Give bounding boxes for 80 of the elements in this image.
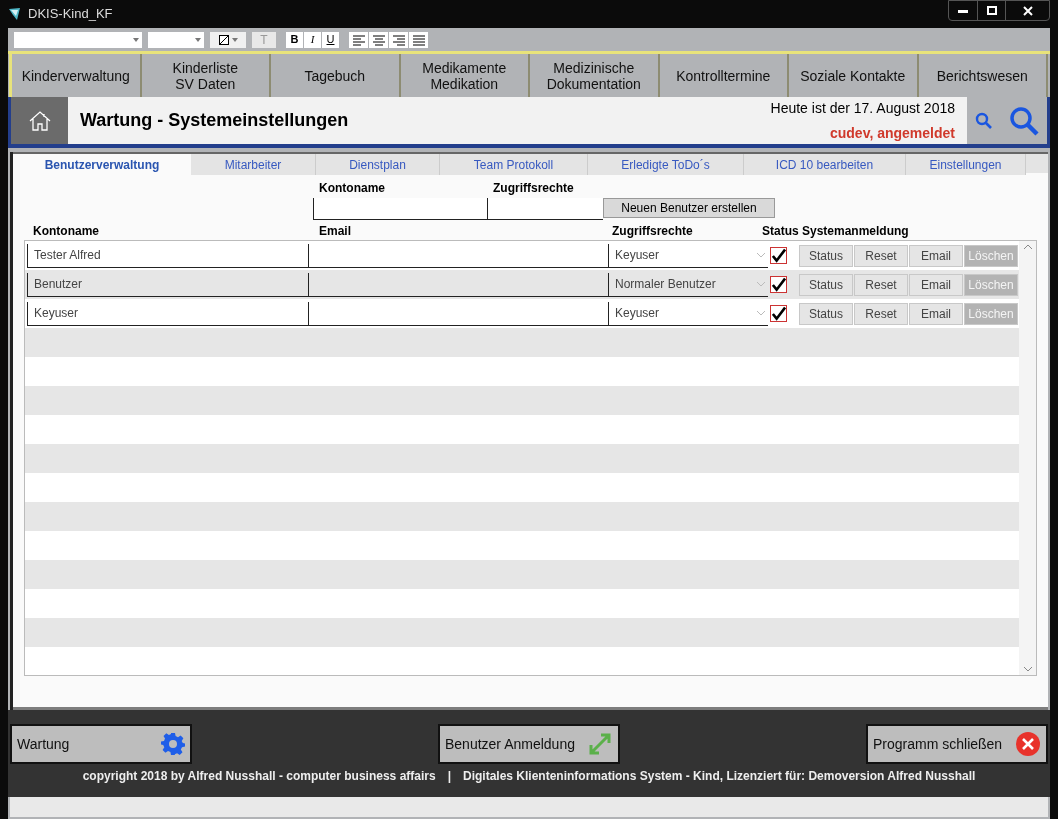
access-rights-dropdown[interactable]: Keyuser (608, 301, 768, 326)
row-action-button[interactable]: Reset (854, 273, 908, 296)
align-center-button[interactable] (369, 31, 388, 48)
column-header: Email (319, 223, 351, 240)
footer-button[interactable]: Programm schließen (866, 724, 1048, 764)
row-action-button[interactable]: Email (909, 273, 963, 296)
account-name-field[interactable] (313, 198, 487, 220)
caret-icon (757, 310, 765, 316)
field-label: Zugriffsrechte (492, 180, 575, 197)
align-icon (370, 32, 387, 47)
scroll-up-icon[interactable] (1023, 244, 1032, 249)
align-icon (410, 32, 427, 47)
home-button[interactable] (8, 97, 68, 144)
caret-icon (757, 252, 765, 258)
color-dropdown[interactable] (210, 31, 246, 48)
access-rights-dropdown[interactable]: Normaler Benutzer (608, 272, 768, 297)
color-swatch-icon (218, 34, 229, 45)
window-title: DKIS-Kind_KF (28, 5, 113, 24)
create-user-button[interactable]: Neuen Benutzer erstellen (603, 198, 775, 218)
separator-text: | (447, 768, 451, 785)
underline-button[interactable]: U (322, 31, 339, 48)
date-text: Heute ist der 17. August 2018 (770, 98, 955, 118)
email-cell[interactable] (308, 301, 608, 326)
search-icon[interactable] (1009, 105, 1039, 136)
row-action-button[interactable]: Reset (854, 244, 908, 267)
align-icon (390, 32, 407, 47)
caret-icon (757, 281, 765, 287)
access-rights-field[interactable] (487, 198, 603, 220)
field-label: Kontoname (318, 180, 386, 197)
app-logo-icon (8, 7, 22, 21)
search-icon[interactable] (975, 111, 993, 130)
email-cell[interactable] (308, 243, 608, 268)
scrollbar[interactable] (1019, 241, 1036, 675)
close-icon (1022, 5, 1033, 16)
footer-button[interactable]: Benutzer Anmeldung (438, 724, 620, 764)
align-left-button[interactable] (349, 31, 368, 48)
row-action-button[interactable]: Reset (854, 302, 908, 325)
tab[interactable]: Mitarbeiter (191, 154, 316, 175)
row-action-button[interactable]: Email (909, 302, 963, 325)
align-icon (350, 32, 367, 47)
user-status: cudev, angemeldet (830, 123, 955, 143)
page-title: Wartung - Systemeinstellungen (80, 109, 349, 132)
minimize-icon (958, 8, 968, 13)
tab[interactable]: Dienstplan (316, 154, 440, 175)
maximize-icon (986, 6, 997, 15)
scroll-down-icon[interactable] (1023, 667, 1032, 672)
column-header: Status (762, 223, 799, 240)
italic-button[interactable]: I (304, 31, 321, 48)
footer-button[interactable]: Wartung (10, 724, 192, 764)
license-text: Digitales Klienteninformations System - Kind, Lizenziert für: Demoversion Alfred Nusshall (463, 768, 976, 785)
align-right-button[interactable] (389, 31, 408, 48)
access-rights-dropdown[interactable]: Keyuser (608, 243, 768, 268)
caret-icon (133, 37, 139, 42)
row-action-button[interactable]: Email (909, 244, 963, 267)
tab[interactable]: ICD 10 bearbeiten (744, 154, 906, 175)
justify-button[interactable] (409, 31, 428, 48)
checkbox[interactable] (770, 276, 787, 293)
close-circle-icon (1015, 731, 1041, 757)
column-header: Systemanmeldung (802, 223, 909, 240)
email-cell[interactable] (308, 272, 608, 297)
account-cell[interactable]: Benutzer (27, 272, 308, 297)
column-header: Kontoname (33, 223, 99, 240)
tab[interactable]: Einstellungen (906, 154, 1026, 175)
row-action-button[interactable]: Status (799, 302, 853, 325)
caret-icon (231, 37, 238, 42)
checkbox[interactable] (770, 247, 787, 264)
bold-button[interactable]: B (286, 31, 303, 48)
gear-icon (161, 732, 185, 756)
row-action-button[interactable]: Status (799, 273, 853, 296)
checkbox[interactable] (770, 305, 787, 322)
caret-icon (195, 37, 201, 42)
tab[interactable]: Team Protokoll (440, 154, 588, 175)
column-header: Zugriffsrechte (612, 223, 693, 240)
account-cell[interactable]: Keyuser (27, 301, 308, 326)
row-action-button[interactable]: Status (799, 244, 853, 267)
account-cell[interactable]: Tester Alfred (27, 243, 308, 268)
tab[interactable]: Erledigte ToDo´s (588, 154, 744, 175)
expand-arrows-icon (587, 731, 613, 757)
tab[interactable]: Benutzerverwaltung (13, 154, 191, 175)
copyright-text: copyright 2018 by Alfred Nusshall - computer business affairs (82, 768, 436, 785)
